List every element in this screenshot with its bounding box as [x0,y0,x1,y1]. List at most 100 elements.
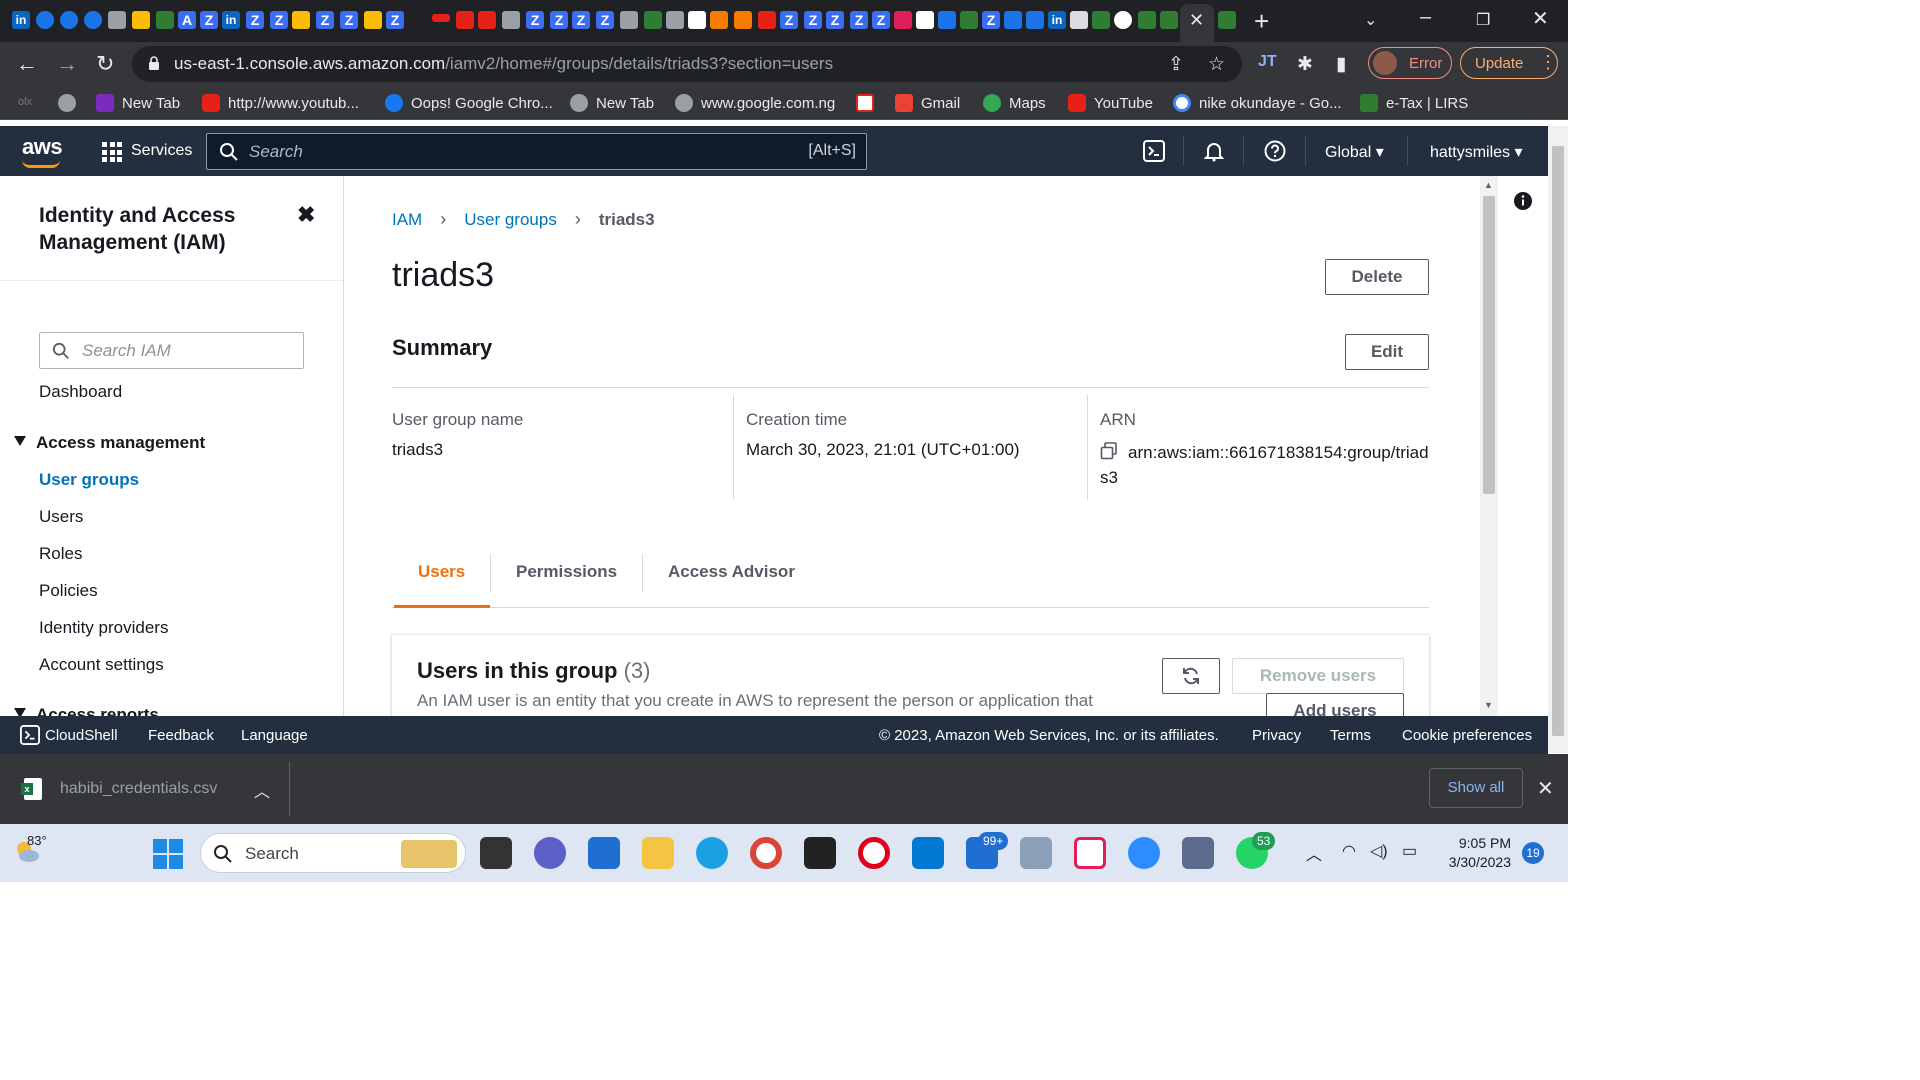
refresh-button[interactable] [1162,658,1220,694]
tab-users[interactable]: Users [418,562,465,582]
notifications-bell-icon[interactable] [1203,140,1225,162]
tab-favicon[interactable] [84,11,102,29]
weather-temperature[interactable]: 83° [27,833,47,848]
services-grid-icon[interactable] [102,142,122,162]
bookmark-item[interactable]: YouTube [1068,94,1153,112]
bookmark-item[interactable]: nike okundaye - Go... [1173,94,1342,112]
wifi-icon[interactable]: ◠ [1342,841,1356,861]
tab-favicon[interactable] [1114,11,1132,29]
restore-icon[interactable]: ❐ [1476,10,1490,30]
opera-icon[interactable] [858,837,890,869]
olx-icon[interactable]: olx [18,96,32,108]
tab-favicon[interactable] [916,11,934,29]
tab-favicon[interactable]: Z [246,11,264,29]
bookmark-item[interactable]: New Tab [96,94,180,112]
content-scrollbar[interactable]: ▲ ▼ [1480,176,1498,716]
breadcrumb-iam[interactable]: IAM [392,210,422,230]
tab-favicon[interactable] [108,11,126,29]
vscode-icon[interactable] [912,837,944,869]
zoom-icon[interactable] [1128,837,1160,869]
virtualbox-icon[interactable] [1182,837,1214,869]
tab-favicon[interactable] [432,14,450,22]
tab-favicon[interactable] [1160,11,1178,29]
tab-favicon[interactable]: Z [386,11,404,29]
tab-favicon[interactable] [644,11,662,29]
store-icon[interactable] [588,837,620,869]
reload-icon[interactable]: ↻ [96,51,114,77]
sidebar-item-policies[interactable]: Policies [39,581,98,601]
tab-favicon[interactable]: Z [780,11,798,29]
close-tab-icon[interactable]: ✕ [1189,10,1204,31]
footer-cloudshell[interactable]: CloudShell [45,727,118,744]
footer-language[interactable]: Language [241,727,308,744]
tab-permissions[interactable]: Permissions [516,562,617,582]
sidebar-item-users[interactable]: Users [39,507,83,527]
chrome-icon[interactable] [750,837,782,869]
sidebar-item-identity-providers[interactable]: Identity providers [39,618,168,638]
footer-feedback[interactable]: Feedback [148,727,214,744]
bookmark-item[interactable]: e-Tax | LIRS [1360,94,1468,112]
scroll-up-icon[interactable]: ▲ [1484,180,1493,190]
show-all-button[interactable]: Show all [1429,768,1523,808]
page-scrollbar[interactable] [1548,126,1568,753]
cloudshell-icon[interactable] [20,725,40,745]
tab-favicon[interactable] [894,11,912,29]
terminal-icon[interactable] [804,837,836,869]
page-scrollbar-thumb[interactable] [1552,146,1564,736]
chat-icon[interactable] [534,837,566,869]
bookmark-item[interactable]: Maps [983,94,1046,112]
aws-search-input[interactable] [249,140,749,164]
lock-icon[interactable] [148,56,160,70]
task-view-icon[interactable] [480,837,512,869]
chevron-up-icon[interactable]: ︿ [254,778,270,802]
tab-favicon[interactable] [292,11,310,29]
footer-privacy[interactable]: Privacy [1252,727,1301,744]
tab-favicon[interactable] [1004,11,1022,29]
tab-favicon[interactable]: Z [596,11,614,29]
download-filename[interactable]: habibi_credentials.csv [60,780,217,798]
sidebar-item-roles[interactable]: Roles [39,544,82,564]
tab-favicon[interactable] [938,11,956,29]
bookmark-item[interactable]: http://www.youtub... [202,94,359,112]
tab-favicon[interactable]: Z [826,11,844,29]
iam-search-input[interactable] [82,340,292,362]
windows-start-icon[interactable] [153,839,183,869]
tab-favicon[interactable]: Z [872,11,890,29]
breadcrumb-user-groups[interactable]: User groups [464,210,557,230]
tab-favicon[interactable]: Z [340,11,358,29]
address-bar[interactable]: us-east-1.console.aws.amazon.com/iamv2/h… [132,46,1242,82]
slack-icon[interactable] [1074,837,1106,869]
scroll-down-icon[interactable]: ▼ [1484,700,1493,710]
tab-favicon[interactable] [734,11,752,29]
tab-favicon[interactable]: Z [572,11,590,29]
aws-logo[interactable]: aws [22,134,63,160]
region-selector[interactable]: Global ▾ [1325,142,1384,162]
aws-search-box[interactable]: [Alt+S] [206,133,867,170]
bookmark-item[interactable]: Oops! Google Chro... [385,94,553,112]
tab-favicon[interactable] [502,11,520,29]
taskbar-search[interactable]: Search [200,833,466,873]
remove-users-button[interactable]: Remove users [1232,658,1404,694]
close-window-icon[interactable]: ✕ [1532,6,1549,31]
footer-terms[interactable]: Terms [1330,727,1371,744]
new-tab-icon[interactable]: + [1254,6,1269,37]
tab-favicon[interactable] [60,11,78,29]
back-icon[interactable]: ← [16,51,38,77]
tab-access-advisor[interactable]: Access Advisor [668,562,795,582]
delete-button[interactable]: Delete [1325,259,1429,295]
add-users-button[interactable]: Add users [1266,693,1404,716]
calculator-icon[interactable] [1020,837,1052,869]
minimize-icon[interactable]: – [1420,6,1431,29]
bookmark-item[interactable] [856,94,874,112]
tab-favicon[interactable] [364,11,382,29]
cloudshell-icon[interactable] [1143,140,1165,162]
section-access-management[interactable]: Access management [14,433,205,453]
content-scrollbar-thumb[interactable] [1483,196,1495,494]
sidebar-item-dashboard[interactable]: Dashboard [39,382,122,402]
sidebar-item-account-settings[interactable]: Account settings [39,655,164,675]
update-button[interactable]: Update ⋮ [1460,47,1558,79]
sidebar-item-user-groups[interactable]: User groups [39,470,139,490]
tab-favicon[interactable] [1138,11,1156,29]
tab-favicon[interactable]: Z [850,11,868,29]
edit-button[interactable]: Edit [1345,334,1429,370]
